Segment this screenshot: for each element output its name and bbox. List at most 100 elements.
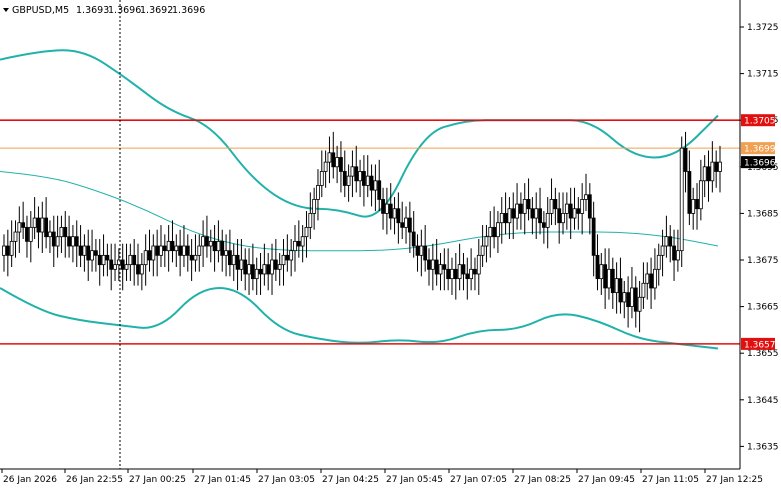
price-tick-label: 1.3665 [747,303,779,313]
candle-body [331,152,336,168]
candle-body [139,264,144,275]
candle-body [610,268,615,294]
candle-body [327,152,332,163]
candle-body [36,217,41,233]
price-tick-label: 1.3655 [747,349,779,359]
time-tick-label: 27 Jan 09:45 [578,475,635,485]
candle-body [530,208,535,219]
chart-frame[interactable]: 1.37251.37151.37051.36951.36851.36751.36… [0,0,781,489]
candle-body [293,240,297,252]
time-tick-label: 27 Jan 05:45 [386,475,443,485]
candle-body [430,259,435,270]
candle-body [683,147,688,172]
candle-body [603,264,608,289]
candle-body [193,254,198,261]
time-tick-label: 27 Jan 12:25 [706,475,763,485]
candle-body [377,180,382,200]
candle-body [170,240,175,252]
candle-body [212,240,217,252]
candle-body [197,245,202,256]
candle-body [147,250,152,261]
candle-body [607,268,611,289]
candle-body [205,236,209,247]
candle-body [564,203,569,214]
price-tick-label: 1.3635 [747,442,779,452]
candle-body [132,254,137,266]
candle-body [346,175,351,186]
candle-body [304,226,309,238]
time-tick-label: 27 Jan 03:05 [258,475,315,485]
candle-body [492,226,496,238]
candle-body [216,240,221,252]
candle-body [55,236,60,247]
candle-body [124,264,129,270]
level-label-support: 1.3657 [744,340,776,350]
candle-body [496,222,500,238]
candle-body [388,203,393,219]
candle-body [51,231,56,247]
price-tick-label: 1.3645 [747,396,779,406]
low-price: 1.3692 [140,5,173,16]
candle-body [538,208,542,224]
candle-body [679,147,684,252]
candle-body [369,175,374,191]
candle-body [622,292,627,303]
candle-body [316,185,320,200]
candle-body [67,236,71,247]
high-price: 1.3696 [108,5,141,16]
candle-body [534,208,539,219]
candle-body [675,250,680,261]
candle-body [185,245,190,256]
candle-body [553,199,558,210]
candle-body [641,282,646,298]
candle-body [296,240,301,247]
candle-body [273,259,278,270]
candle-body [323,161,328,172]
candle-body [656,254,661,270]
candle-body [308,212,313,228]
candle-body [695,199,699,210]
candle-body [404,217,408,228]
candle-body [113,264,117,270]
candle-body [109,259,114,270]
candle-body [9,240,14,256]
candle-body [545,212,550,228]
candle-body [515,203,519,219]
candle-body [549,199,554,214]
candle-body [557,208,562,224]
candle-body [637,296,642,312]
candle-body [457,264,462,280]
candle-body [358,171,362,182]
candle-body [281,254,286,266]
candle-body [162,245,167,252]
candle-body [714,161,719,172]
candle-body [208,240,213,247]
candle-body [254,268,259,280]
candle-body [541,222,546,228]
price-chart[interactable]: 1.37251.37151.37051.36951.36851.36751.36… [0,0,781,489]
candle-body [664,236,669,247]
candle-body [21,222,26,228]
candle-body [166,240,171,252]
candle-body [584,194,588,200]
candle-body [78,245,83,256]
candle-body [71,236,75,247]
candle-body [599,264,604,280]
candle-body [350,166,355,177]
candle-body [580,199,585,214]
candle-body [396,208,401,224]
candle-body [201,236,206,247]
candle-body [461,264,466,275]
candle-body [411,231,416,247]
candle-body [476,254,481,275]
candle-body [342,171,347,186]
candle-body [270,259,274,275]
candle-body [702,166,707,182]
candle-body [247,264,251,275]
candle-body [44,217,49,238]
candle-body [710,161,715,182]
symbol-header: GBPUSD,M5 1.3693 1.3696 1.3692 1.3696 [3,5,205,16]
candle-body [691,199,696,214]
time-tick-label: 27 Jan 01:45 [194,475,251,485]
candle-body [2,245,6,256]
